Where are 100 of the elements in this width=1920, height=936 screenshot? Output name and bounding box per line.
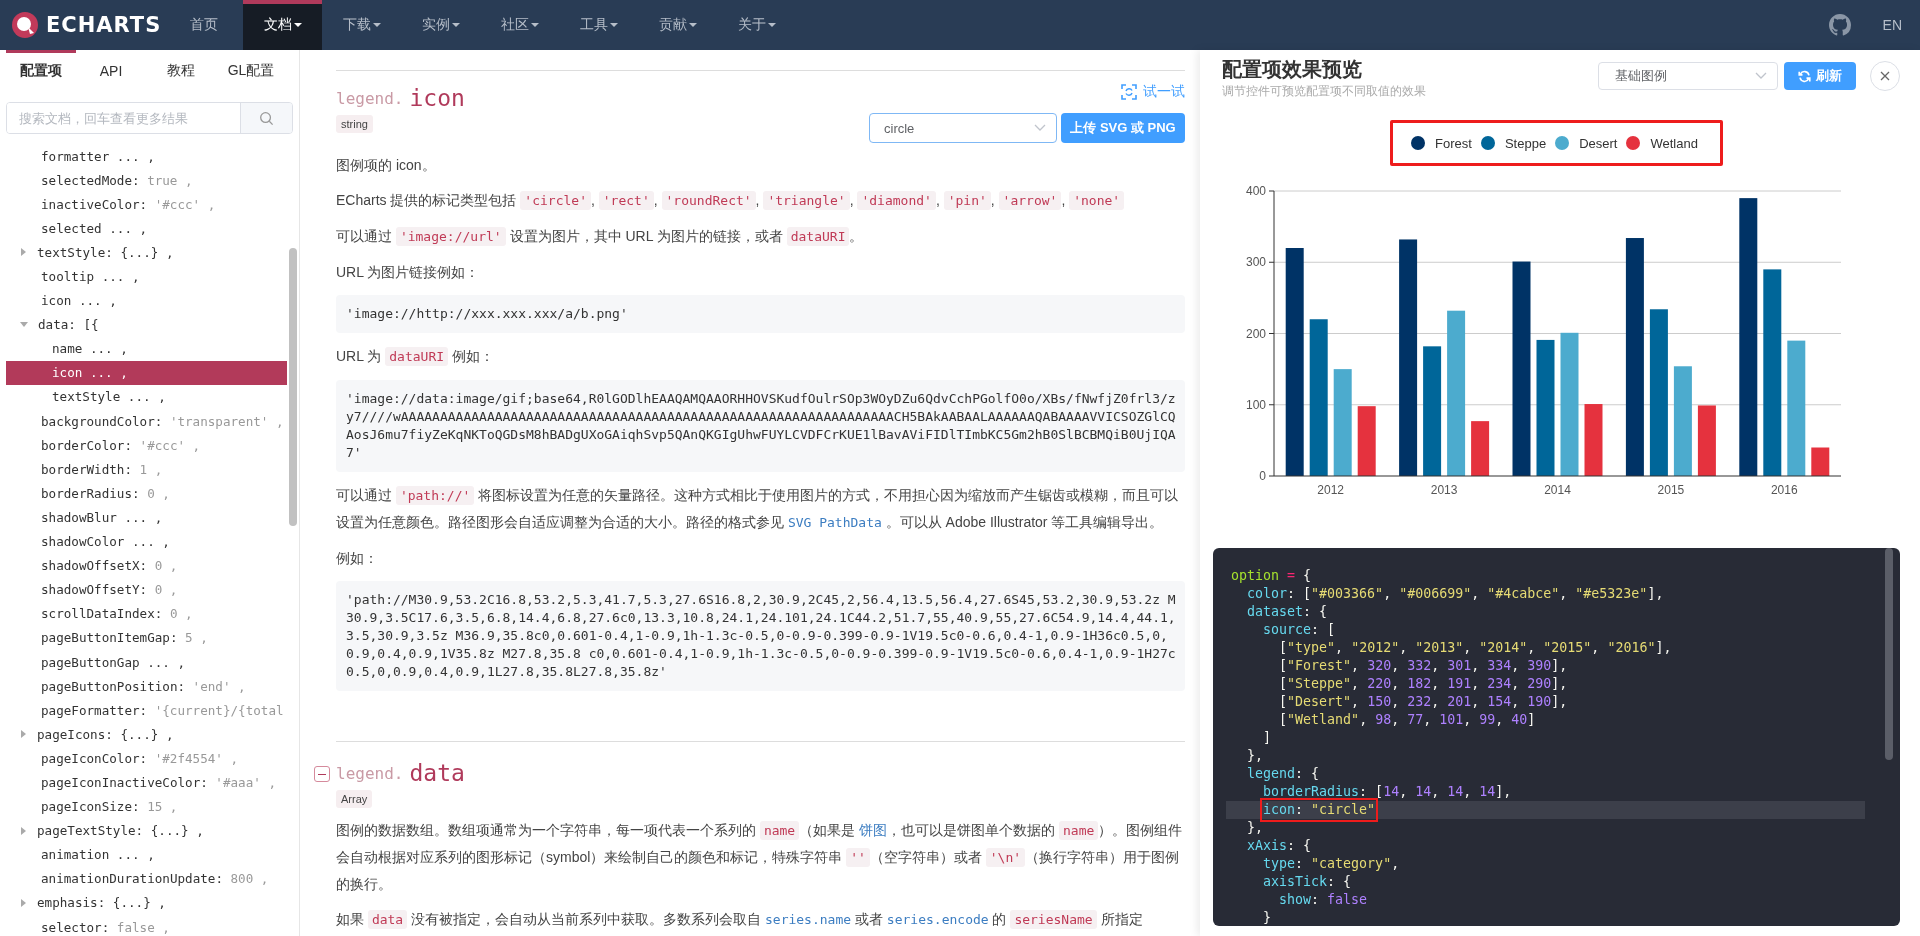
home-logo-link[interactable]: ECHARTS <box>0 0 164 50</box>
code-line: ["Steppe", 220, 182, 191, 234, 290], <box>1278 675 1569 693</box>
tree-item[interactable]: animation ... , <box>6 842 287 867</box>
bar <box>1697 405 1716 476</box>
value-select[interactable]: circle <box>869 113 1057 143</box>
tree-item[interactable]: selector: false , <box>6 915 287 936</box>
nav-link[interactable]: 首页 <box>164 0 243 50</box>
tree-item[interactable]: tooltip ... , <box>6 264 287 289</box>
refresh-icon <box>1121 84 1137 100</box>
axis-label: 2015 <box>1657 483 1685 497</box>
tree-item[interactable]: backgroundColor: 'transparent' , <box>6 409 287 434</box>
code-line: }, <box>1246 747 1265 765</box>
axis-label: 2013 <box>1430 483 1458 497</box>
nav-link[interactable]: 实例 <box>401 0 480 50</box>
nav-link[interactable]: 社区 <box>480 0 559 50</box>
link[interactable]: SVG PathData <box>787 515 882 530</box>
nav-link[interactable]: 贡献 <box>638 0 717 50</box>
collapse-toggle[interactable] <box>314 766 330 782</box>
bar <box>1584 404 1603 476</box>
tree-item[interactable]: pageIconColor: '#2f4554' , <box>6 746 287 771</box>
sidebar-tab[interactable]: 配置项 <box>6 50 76 88</box>
tree-item[interactable]: pageButtonItemGap: 5 , <box>6 625 287 650</box>
tree-item[interactable]: pageTextStyle: {...} , <box>6 818 287 843</box>
axis-label: 2012 <box>1317 483 1345 497</box>
link[interactable]: series.name <box>765 912 852 927</box>
axis-label: 200 <box>1245 326 1266 341</box>
tree-item[interactable]: name ... , <box>6 336 287 361</box>
tree-item[interactable]: textStyle: {...} , <box>6 240 287 265</box>
legend-label[interactable]: Forest <box>1435 135 1472 151</box>
tree-item[interactable]: shadowOffsetY: 0 , <box>6 577 287 602</box>
tree-item[interactable]: pageButtonPosition: 'end' , <box>6 674 287 699</box>
code-line: legend: { <box>1246 765 1321 783</box>
nav-link[interactable]: 工具 <box>559 0 638 50</box>
code-line: xAxis: { <box>1246 837 1313 855</box>
tree-item[interactable]: selected ... , <box>6 216 287 241</box>
code-line: axisTick: { <box>1262 873 1353 891</box>
tree-item[interactable]: scrollDataIndex: 0 , <box>6 601 287 626</box>
close-icon <box>1880 71 1890 81</box>
code-editor[interactable] <box>1213 548 1900 926</box>
code-line: option = { <box>1230 567 1313 585</box>
tree-item[interactable]: pageIconSize: 15 , <box>6 794 287 819</box>
bar <box>1811 447 1830 476</box>
legend-label[interactable]: Wetland <box>1650 135 1698 151</box>
nav-link[interactable]: 关于 <box>717 0 796 50</box>
sidebar-tab[interactable]: GL配置 <box>216 50 286 88</box>
search-icon <box>259 110 274 126</box>
code-block: 'image://http://xxx.xxx.xxx/a/b.png' <box>336 295 1185 333</box>
option-name: icon <box>409 85 465 111</box>
example-select[interactable]: 基础图例 <box>1598 62 1778 90</box>
panel-subtitle: 调节控件可预览配置项不同取值的效果 <box>1222 83 1426 100</box>
paragraph: URL 为图片链接例如： <box>336 263 481 282</box>
legend-label[interactable]: Steppe <box>1504 135 1547 151</box>
code-block: 'path://M30.9,53.2C16.8,53.2,5.3,41.7,5.3,27.6S16.8,2,30.9,2C45,2,56.4,13.5,56.4,27.6S45,53.2,30.9,53.2z M30.9,3.5C17.6,3.5,6.8,14.4,6.8,27.6c0,13.3,10.8,24.1,24.101,24.1C44.2,51.7,55,40.9,55,27.6C54.9,14.4,44.1,3.5,30.9,3.5z M36.9,35.8c0,0.601-0.4,1-0.9,1h-1.3c-0.5,0-0.9-0.399-0.9-1V19.5c0-0.6,0.4-1,0.9-1H36c0.5,0,0.9,0.4,0.9,1V35.8z M27.8,35.8 c0,0.601-0.4,1-0.9,1h-1.3c-0.5,0-0.9-0.399-0.9-1V19.5c0-0.6,0.4-1,0.9-1H27c0.5,0,0.9,0.4,0.9,1L27.8,35.8L27.8,35.8z' <box>336 581 1185 691</box>
legend-marker[interactable] <box>1626 136 1641 150</box>
cat-icon[interactable] <box>1828 14 1851 36</box>
tree-item[interactable]: formatter ... , <box>6 144 287 169</box>
code-line: ["Desert", 150, 232, 201, 154, 190], <box>1278 693 1569 711</box>
scrollbar[interactable] <box>289 248 297 526</box>
tree-item[interactable]: shadowBlur ... , <box>6 505 287 530</box>
tree-item[interactable]: borderWidth: 1 , <box>6 457 287 482</box>
tree-item[interactable]: inactiveColor: '#ccc' , <box>6 192 287 217</box>
sidebar-tab[interactable]: API <box>76 50 146 88</box>
paragraph: 可以通过 'image://url' 设置为图片，其中 URL 为图片的链接，或者 dataURI 。 <box>336 226 865 248</box>
tree-item[interactable]: shadowColor ... , <box>6 529 287 554</box>
scrollbar[interactable] <box>1885 548 1893 760</box>
language-link[interactable]: EN <box>1882 0 1920 50</box>
tree-item[interactable]: borderRadius: 0 , <box>6 481 287 506</box>
tree-item[interactable]: borderColor: '#ccc' , <box>6 433 287 458</box>
link[interactable]: series.encode <box>886 912 989 927</box>
legend-label[interactable]: Desert <box>1579 135 1618 151</box>
tree-item[interactable]: pageIconInactiveColor: '#aaa' , <box>6 770 287 795</box>
link[interactable]: 饼图 <box>859 822 888 838</box>
tree-item[interactable]: selectedMode: true , <box>6 168 287 193</box>
bar <box>1471 421 1490 476</box>
tree-item[interactable]: textStyle ... , <box>6 384 287 410</box>
tree-item[interactable]: emphasis: {...} , <box>6 890 287 915</box>
paragraph: 图例项的 icon。 <box>336 156 437 175</box>
tree-item[interactable]: pageButtonGap ... , <box>6 649 287 675</box>
axis-label: 400 <box>1245 184 1266 198</box>
search-field[interactable]: 搜索文档，回车查看更多结果 <box>6 102 293 134</box>
nav-link[interactable]: 文档 <box>243 0 322 50</box>
chevron-icon <box>1034 124 1046 132</box>
legend-marker[interactable] <box>1480 136 1495 150</box>
legend-marker[interactable] <box>1411 136 1426 150</box>
logo-icon <box>12 12 38 38</box>
tree-item[interactable]: pageIcons: {...} , <box>6 722 287 747</box>
tree-item[interactable]: animationDurationUpdate: 800 , <box>6 866 287 891</box>
tree-item[interactable]: shadowOffsetX: 0 , <box>6 553 287 578</box>
bar <box>1357 406 1376 476</box>
code-line: ["type", "2012", "2013", "2014", "2015", "2016"], <box>1278 639 1673 657</box>
sidebar-tab[interactable]: 教程 <box>146 50 216 88</box>
tree-item[interactable]: icon ... , <box>6 288 287 313</box>
legend-marker[interactable] <box>1555 136 1570 150</box>
tree-item[interactable]: data: [{ <box>6 312 287 337</box>
tree-item[interactable]: icon ... , <box>6 360 287 385</box>
type-tag: string <box>336 115 373 133</box>
code-line: ] <box>1262 729 1273 747</box>
nav-link[interactable]: 下载 <box>322 0 401 50</box>
tree-item[interactable]: pageFormatter: '{current}/{total <box>6 698 287 723</box>
code-line: ["Wetland", 98, 77, 101, 99, 40] <box>1278 711 1537 729</box>
